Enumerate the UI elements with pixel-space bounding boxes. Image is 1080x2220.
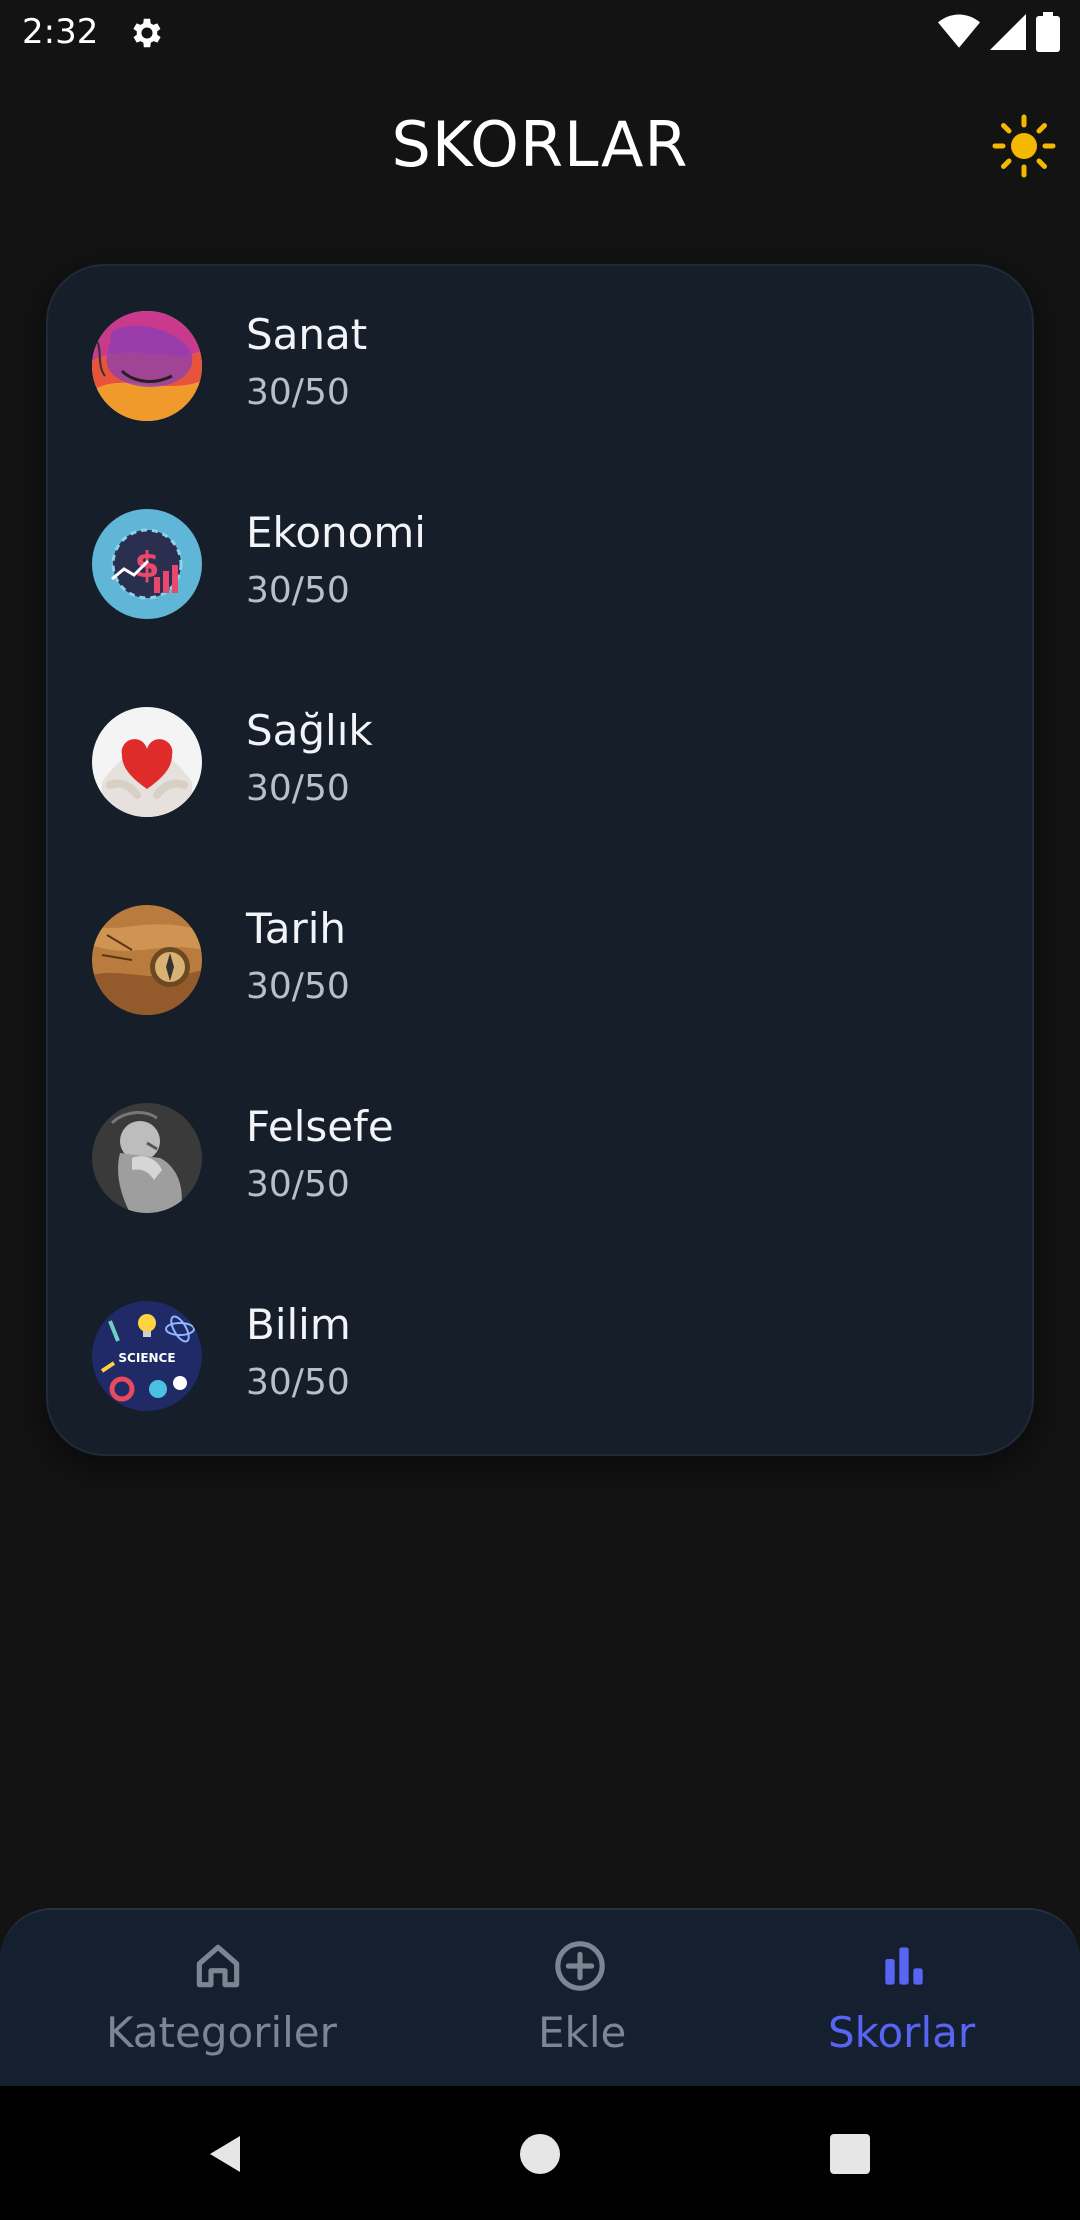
- science-avatar: SCIENCE: [92, 1301, 202, 1411]
- art-avatar: [92, 311, 202, 421]
- score-value: 30/50: [246, 768, 350, 809]
- score-value: 30/50: [246, 966, 350, 1007]
- home-icon: [196, 1944, 240, 1988]
- nav-item-kategoriler[interactable]: Kategoriler: [0, 1910, 436, 2088]
- score-item-sanat[interactable]: Sanat 30/50: [48, 266, 1032, 464]
- status-bar: 2:32: [0, 0, 1080, 66]
- status-time: 2:32: [22, 12, 99, 52]
- nav-label: Kategoriler: [106, 2008, 337, 2057]
- score-item-bilim[interactable]: SCIENCE Bilim 30/50: [48, 1256, 1032, 1454]
- bar-chart-icon: [885, 1947, 923, 1985]
- sun-icon[interactable]: [992, 114, 1056, 178]
- score-value: 30/50: [246, 570, 350, 611]
- nav-label: Ekle: [538, 2008, 627, 2057]
- nav-item-ekle[interactable]: Ekle: [436, 1910, 724, 2088]
- score-value: 30/50: [246, 1362, 350, 1403]
- nav-label: Skorlar: [828, 2008, 976, 2057]
- system-navigation-bar: [0, 2086, 1080, 2220]
- score-value: 30/50: [246, 1164, 350, 1205]
- signal-icon: [990, 14, 1026, 50]
- score-category-name: Sanat: [246, 310, 368, 359]
- wifi-icon: [938, 14, 980, 48]
- page-title: SKORLAR: [391, 108, 689, 181]
- score-category-name: Sağlık: [246, 706, 373, 755]
- recents-icon[interactable]: [826, 2130, 874, 2178]
- score-value: 30/50: [246, 372, 350, 413]
- gear-icon: [133, 18, 161, 48]
- home-circle-icon[interactable]: [516, 2130, 564, 2178]
- scores-card: Sanat 30/50 $ Ekonomi 30/50 Sağlık 30/50…: [46, 264, 1034, 1456]
- score-category-name: Ekonomi: [246, 508, 426, 557]
- nav-item-skorlar[interactable]: Skorlar: [724, 1910, 1080, 2088]
- score-category-name: Tarih: [246, 904, 346, 953]
- score-category-name: Felsefe: [246, 1102, 394, 1151]
- score-item-saglik[interactable]: Sağlık 30/50: [48, 662, 1032, 860]
- economy-avatar: $: [92, 509, 202, 619]
- score-category-name: Bilim: [246, 1300, 351, 1349]
- score-item-ekonomi[interactable]: $ Ekonomi 30/50: [48, 464, 1032, 662]
- battery-icon: [1036, 12, 1060, 52]
- score-item-felsefe[interactable]: Felsefe 30/50: [48, 1058, 1032, 1256]
- back-icon[interactable]: [202, 2130, 250, 2178]
- bottom-navigation: Kategoriler Ekle Skorlar: [0, 1908, 1080, 2086]
- add-circle-icon: [555, 1941, 605, 1991]
- history-avatar: [92, 905, 202, 1015]
- score-item-tarih[interactable]: Tarih 30/50: [48, 860, 1032, 1058]
- health-avatar: [92, 707, 202, 817]
- philosophy-avatar: [92, 1103, 202, 1213]
- science-avatar-text: SCIENCE: [118, 1351, 175, 1365]
